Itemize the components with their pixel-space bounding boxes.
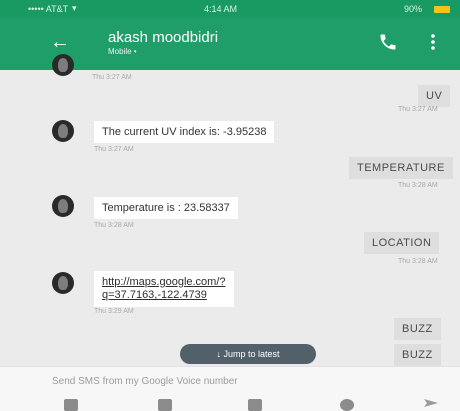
contact-subtitle: Mobile • <box>108 47 137 56</box>
message-timestamp: Thu 3:27 AM <box>92 74 132 81</box>
messaging-screen: ••••• AT&T ▾ 4:14 AM 90% ← akash moodbid… <box>0 0 460 411</box>
clock-time: 4:14 AM <box>204 4 238 14</box>
more-vertical-icon[interactable] <box>430 32 436 52</box>
contact-name: akash moodbidri <box>108 29 219 46</box>
battery-icon <box>434 6 450 13</box>
conversation-list[interactable]: Thu 3:27 AM UV Thu 3:27 AM The current U… <box>0 54 460 366</box>
sent-message-uv: UV <box>418 85 451 107</box>
sent-message-buzz: BUZZ <box>394 344 441 366</box>
maps-link-coordinates[interactable]: q=37.7163,-122.4739 <box>102 289 207 301</box>
wifi-icon: ▾ <box>72 3 77 13</box>
message-timestamp: Thu 3:28 AM <box>398 182 438 189</box>
back-arrow-icon[interactable]: ← <box>50 32 70 52</box>
message-timestamp: Thu 3:27 AM <box>398 106 438 113</box>
message-timestamp: Thu 3:29 AM <box>94 308 134 315</box>
sent-message-temperature: TEMPERATURE <box>349 157 453 179</box>
received-message-temperature: Temperature is : 23.58337 <box>94 197 238 219</box>
message-timestamp: Thu 3:28 AM <box>94 222 134 229</box>
jump-to-latest-button[interactable]: ↓ Jump to latest <box>180 344 316 364</box>
carrier-label: ••••• AT&T <box>28 4 69 14</box>
composer-bar: Send SMS from my Google Voice number <box>0 366 460 411</box>
send-icon[interactable] <box>421 393 441 411</box>
contact-avatar <box>52 195 74 217</box>
battery-percent: 90% <box>404 4 423 14</box>
phone-icon[interactable] <box>378 32 398 52</box>
sticker-icon[interactable] <box>248 399 262 411</box>
contact-avatar <box>52 120 74 142</box>
sent-message-buzz: BUZZ <box>394 318 441 340</box>
message-input[interactable]: Send SMS from my Google Voice number <box>52 376 238 387</box>
maps-link[interactable]: http://maps.google.com/? <box>102 276 226 288</box>
status-bar: ••••• AT&T ▾ 4:14 AM 90% <box>0 0 460 18</box>
received-message-location: http://maps.google.com/? q=37.7163,-122.… <box>94 271 234 307</box>
gallery-icon[interactable] <box>64 399 78 411</box>
sent-message-location: LOCATION <box>364 232 440 254</box>
contact-avatar <box>52 54 74 76</box>
message-timestamp: Thu 3:28 AM <box>398 258 438 265</box>
location-icon[interactable] <box>340 399 354 411</box>
contact-avatar <box>52 272 74 294</box>
camera-icon[interactable] <box>158 399 172 411</box>
received-message-uv-index: The current UV index is: -3.95238 <box>94 121 275 143</box>
message-timestamp: Thu 3:27 AM <box>94 146 134 153</box>
